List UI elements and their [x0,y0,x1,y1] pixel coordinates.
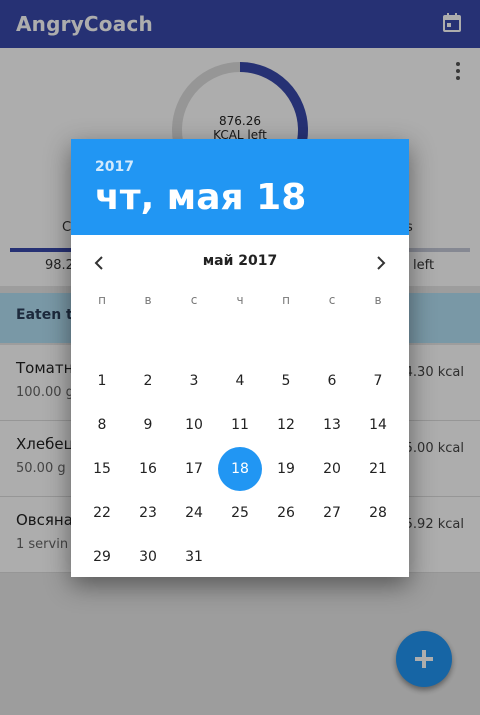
day-cell[interactable]: 24 [171,491,217,535]
year-selector[interactable]: 2017 [95,159,385,175]
weekday-label: п [98,293,106,307]
day-cell[interactable]: 14 [355,403,401,447]
day-cell[interactable]: 8 [79,403,125,447]
day-cell[interactable]: 23 [125,491,171,535]
day-cell[interactable]: 27 [309,491,355,535]
weekday-label: в [144,293,152,307]
weekday-label: с [190,293,198,307]
day-cell[interactable]: 25 [217,491,263,535]
day-cell[interactable]: 11 [217,403,263,447]
day-cell[interactable]: 21 [355,447,401,491]
day-cell[interactable]: 10 [171,403,217,447]
day-cell[interactable]: 31 [171,535,217,577]
day-cell[interactable]: 3 [171,359,217,403]
weekday-label: ч [236,293,244,307]
weekday-label: в [374,293,382,307]
day-cell[interactable]: 7 [355,359,401,403]
day-cell[interactable]: 22 [79,491,125,535]
day-cell[interactable]: 15 [79,447,125,491]
selected-day-cell[interactable]: 18 [217,447,263,491]
day-cell[interactable]: 17 [171,447,217,491]
day-cell[interactable]: 5 [263,359,309,403]
day-cell[interactable]: 12 [263,403,309,447]
day-cell[interactable]: 29 [79,535,125,577]
day-cell[interactable]: 13 [309,403,355,447]
day-cell[interactable]: 6 [309,359,355,403]
day-cell[interactable]: 30 [125,535,171,577]
weekday-label: п [282,293,290,307]
weekday-label: с [328,293,336,307]
date-picker-dialog: 2017 чт, мая 18 май 2017 пвсчпсв12345678… [71,139,409,577]
day-cell[interactable]: 20 [309,447,355,491]
date-picker-header: 2017 чт, мая 18 [71,139,409,235]
month-title: май 2017 [202,253,278,269]
day-cell[interactable]: 16 [125,447,171,491]
day-cell[interactable]: 19 [263,447,309,491]
day-cell[interactable]: 4 [217,359,263,403]
day-cell[interactable]: 26 [263,491,309,535]
day-cell[interactable]: 28 [355,491,401,535]
month-navigation: май 2017 [71,235,409,291]
chevron-right-icon[interactable] [369,253,393,273]
day-cell[interactable]: 9 [125,403,171,447]
day-cell[interactable]: 1 [79,359,125,403]
selected-date-display: чт, мая 18 [95,177,307,218]
day-cell[interactable]: 2 [125,359,171,403]
